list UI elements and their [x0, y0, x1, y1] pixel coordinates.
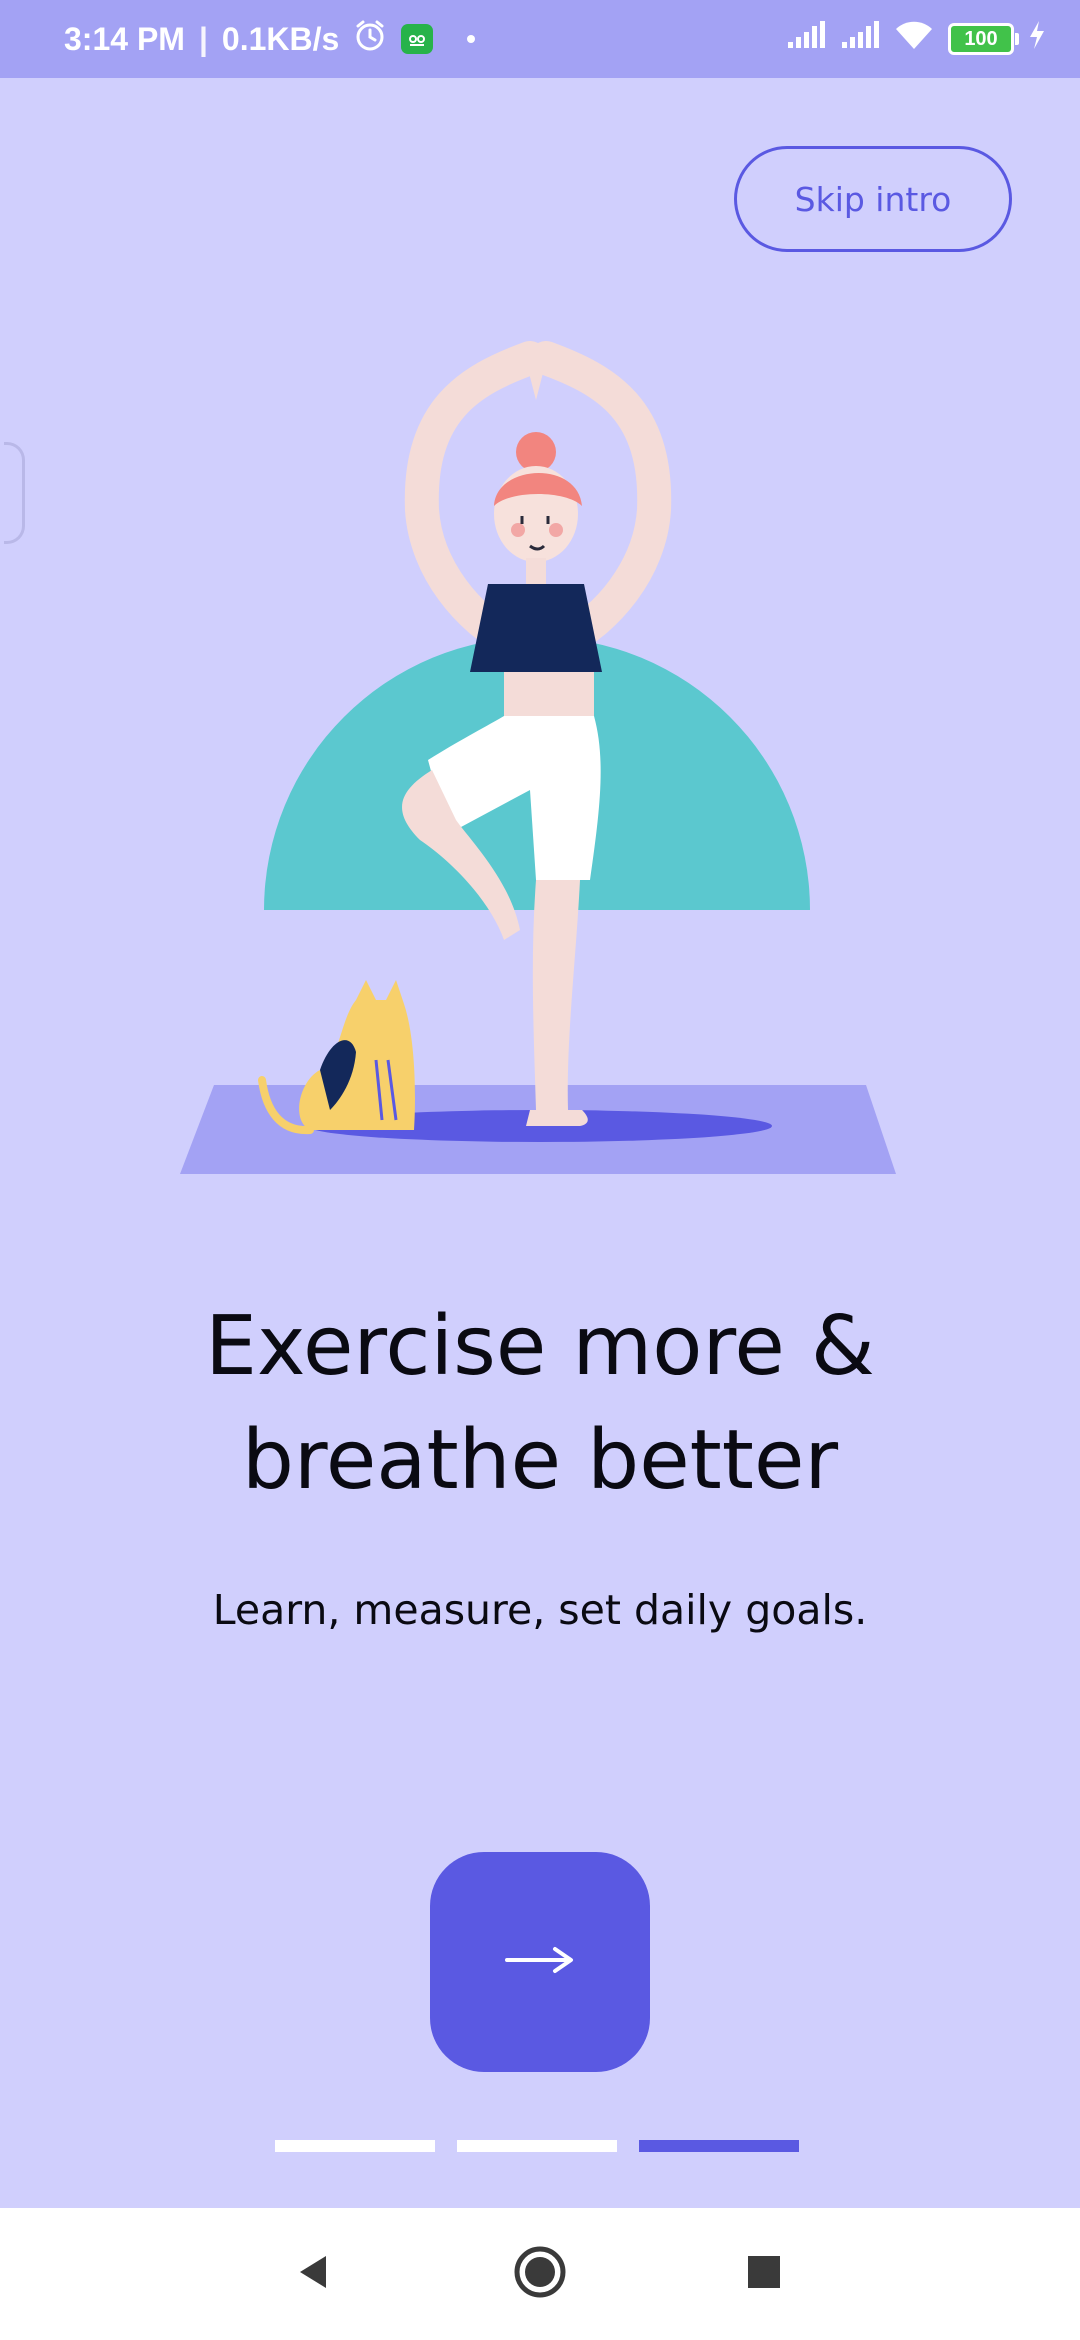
home-button[interactable]: [470, 2208, 610, 2340]
page-indicator-dot-1: [275, 2140, 435, 2152]
battery-icon: 100: [948, 23, 1019, 55]
page-indicator-dot-2: [457, 2140, 617, 2152]
notification-dot-icon: [467, 35, 476, 43]
back-triangle-icon: [294, 2252, 334, 2296]
page-indicator-dot-3-active: [639, 2140, 799, 2152]
status-separator: |: [198, 20, 208, 57]
signal-icon: [786, 20, 826, 58]
page-indicator: [275, 2140, 799, 2152]
status-time: 3:14 PM: [64, 20, 185, 57]
recents-square-icon: [746, 2254, 782, 2294]
headline-line-2: breathe better: [241, 1413, 839, 1508]
edge-swipe-handle[interactable]: [4, 442, 25, 544]
app-badge-icon: [401, 24, 434, 54]
headline-line-1: Exercise more &: [205, 1299, 875, 1394]
yoga-illustration-svg: [180, 341, 896, 1174]
navigation-bar: [0, 2208, 1080, 2340]
skip-intro-button[interactable]: Skip intro: [734, 146, 1012, 252]
status-left: 3:14 PM | 0.1KB/s: [64, 0, 476, 78]
signal-icon: [840, 20, 880, 58]
yoga-illustration: [170, 340, 910, 1190]
recents-button[interactable]: [694, 2208, 834, 2340]
next-button[interactable]: [430, 1852, 650, 2072]
status-bar: 3:14 PM | 0.1KB/s 100: [0, 0, 1080, 78]
headline: Exercise more & breathe better: [0, 1290, 1080, 1518]
back-button[interactable]: [244, 2208, 384, 2340]
alarm-icon: [353, 18, 387, 60]
home-circle-icon: [513, 2245, 567, 2303]
subtitle: Learn, measure, set daily goals.: [212, 1586, 868, 1634]
wifi-icon: [894, 19, 934, 59]
charging-icon: [1028, 20, 1046, 58]
status-net-speed: 0.1KB/s: [221, 20, 340, 57]
arrow-right-icon: [505, 1945, 575, 1979]
status-right: 100: [786, 0, 1046, 78]
